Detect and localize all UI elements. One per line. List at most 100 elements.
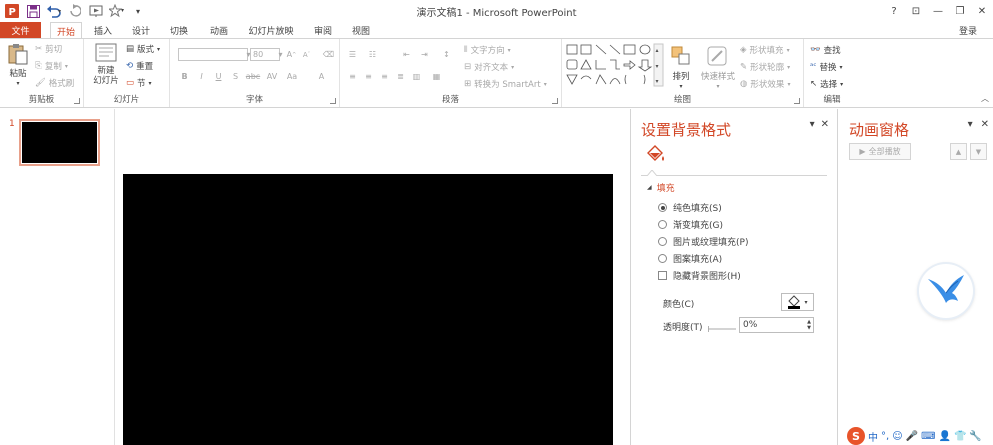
close-anim-pane-icon[interactable]: ✕ (981, 119, 989, 130)
collapse-ribbon-icon[interactable]: ︿ (981, 93, 989, 104)
increase-indent-icon[interactable]: ⇥ (418, 48, 431, 61)
change-case-button[interactable]: Aa (283, 70, 301, 83)
tab-transitions[interactable]: 切换 (164, 22, 194, 38)
replace-button[interactable]: ᵃᶜ 替换 ▾ (810, 61, 843, 73)
copy-dropdown-arrow[interactable]: ▾ (65, 63, 68, 70)
line-spacing-icon[interactable]: ↕ (440, 48, 453, 61)
columns-icon[interactable]: ▦ (430, 70, 443, 83)
shape-fill-button[interactable]: ◈ 形状填充 ▾ (740, 44, 790, 56)
tab-review[interactable]: 审阅 (308, 22, 338, 38)
gradient-fill-radio[interactable] (658, 220, 667, 229)
close-pane-icon[interactable]: ✕ (821, 119, 829, 130)
font-color-button[interactable]: A (315, 70, 328, 83)
minimize-button[interactable]: — (927, 0, 949, 22)
numbering-icon[interactable]: ☷ (366, 48, 379, 61)
shapes-gallery[interactable]: ▴ ▾ ▾ (566, 43, 664, 87)
ime-tools-icon[interactable]: 🔧 (969, 431, 981, 442)
tab-view[interactable]: 视图 (346, 22, 376, 38)
align-right-icon[interactable]: ≡ (378, 70, 391, 83)
play-all-button[interactable]: ▶ 全部播放 (849, 143, 911, 160)
move-down-button[interactable]: ▼ (970, 143, 987, 160)
align-left-icon[interactable]: ≡ (346, 70, 359, 83)
tab-file[interactable]: 文件 (0, 22, 41, 38)
copy-button[interactable]: ⎘ 复制 ▾ (35, 60, 68, 72)
ime-keyboard-icon[interactable]: ⌨ (921, 431, 935, 442)
current-slide[interactable] (123, 174, 613, 445)
move-up-button[interactable]: ▲ (950, 143, 967, 160)
solid-fill-radio[interactable] (658, 203, 667, 212)
decrease-indent-icon[interactable]: ⇤ (400, 48, 413, 61)
shrink-font-button[interactable]: Aˇ (300, 48, 313, 61)
floating-assistant-icon[interactable] (919, 264, 973, 318)
font-name-dropdown[interactable] (178, 48, 248, 61)
distributed-icon[interactable]: ▥ (410, 70, 423, 83)
clipboard-launcher-icon[interactable] (74, 98, 80, 104)
grow-font-button[interactable]: A ^ (285, 48, 298, 61)
paste-dropdown-arrow[interactable]: ▾ (4, 79, 32, 89)
strikethrough-button[interactable]: abc (244, 70, 262, 83)
tab-design[interactable]: 设计 (126, 22, 156, 38)
anim-pane-options-icon[interactable]: ▾ (968, 119, 973, 130)
pattern-fill-option[interactable]: 图案填充(A) (658, 252, 722, 265)
layout-button[interactable]: ▤ 版式 ▾ (126, 43, 160, 55)
convert-smartart-button[interactable]: ⊞ 转换为 SmartArt ▾ (464, 78, 547, 90)
close-button[interactable]: ✕ (971, 0, 993, 22)
transparency-slider[interactable] (708, 325, 736, 333)
pattern-fill-radio[interactable] (658, 254, 667, 263)
gradient-fill-option[interactable]: 渐变填充(G) (658, 218, 723, 231)
drawing-launcher-icon[interactable] (794, 98, 800, 104)
align-text-button[interactable]: ⊟ 对齐文本 ▾ (464, 61, 514, 73)
ribbon-display-options-button[interactable]: ⊡ (905, 0, 927, 22)
ime-punctuation-icon[interactable]: °, (881, 431, 889, 442)
tab-animations[interactable]: 动画 (204, 22, 234, 38)
picture-fill-radio[interactable] (658, 237, 667, 246)
ime-skin-icon[interactable]: 👕 (954, 431, 966, 442)
sogou-logo-icon[interactable]: S (847, 427, 865, 445)
tab-slideshow[interactable]: 幻灯片放映 (244, 22, 298, 38)
align-center-icon[interactable]: ≡ (362, 70, 375, 83)
underline-button[interactable]: U (212, 70, 225, 83)
ime-voice-icon[interactable]: 🎤 (906, 431, 918, 442)
find-button[interactable]: 👓 查找 (810, 44, 841, 56)
clear-formatting-icon[interactable]: ⌫ (322, 48, 335, 61)
format-painter-button[interactable]: 🖌 格式刷 (35, 77, 74, 89)
justify-icon[interactable]: ≣ (394, 70, 407, 83)
reset-button[interactable]: ⟲ 重置 (126, 60, 153, 72)
quick-styles-button[interactable]: 快速样式 ▾ (698, 45, 738, 92)
color-picker-button[interactable]: ▾ (781, 293, 814, 311)
login-link[interactable]: 登录 (959, 24, 977, 37)
shape-effects-button[interactable]: ◍ 形状效果 ▾ (740, 78, 790, 90)
bullets-icon[interactable]: ☰ (346, 48, 359, 61)
fill-section-header[interactable]: ◢ 填充 (647, 181, 675, 194)
tab-home[interactable]: 开始 (50, 22, 82, 39)
pane-options-icon[interactable]: ▾ (810, 119, 815, 130)
text-shadow-button[interactable]: S (229, 70, 242, 83)
paragraph-launcher-icon[interactable] (552, 98, 558, 104)
hide-bg-graphics-option[interactable]: 隐藏背景图形(H) (658, 269, 741, 282)
slide-thumbnail[interactable] (19, 119, 100, 166)
cut-button[interactable]: ✂ 剪切 (35, 43, 62, 55)
shape-outline-button[interactable]: ✎ 形状轮廓 ▾ (740, 61, 790, 73)
hide-bg-graphics-checkbox[interactable] (658, 271, 667, 280)
ime-emoji-icon[interactable]: ☺ (892, 431, 902, 442)
font-launcher-icon[interactable] (330, 98, 336, 104)
picture-fill-option[interactable]: 图片或纹理填充(P) (658, 235, 748, 248)
spin-arrows-icon[interactable]: ▲ ▼ (807, 319, 811, 331)
select-button[interactable]: ↖ 选择 ▾ (810, 78, 843, 90)
paste-button[interactable]: 剪贴板 粘贴 ▾ (4, 42, 32, 89)
tab-insert[interactable]: 插入 (88, 22, 118, 38)
section-button[interactable]: ▭ 节 ▾ (126, 77, 152, 89)
ime-chinese-mode[interactable]: 中 (868, 429, 878, 444)
restore-button[interactable]: ❐ (949, 0, 971, 22)
transparency-input[interactable]: 0% ▲ ▼ (739, 317, 814, 333)
char-spacing-button[interactable]: AV (263, 70, 281, 83)
arrange-button[interactable]: 排列 ▾ (668, 45, 694, 92)
bold-button[interactable]: B (178, 70, 191, 83)
italic-button[interactable]: I (195, 70, 208, 83)
text-direction-button[interactable]: ⫴ 文字方向 ▾ (464, 44, 511, 56)
help-button[interactable]: ? (883, 0, 905, 22)
new-slide-button[interactable]: 新建 幻灯片 (88, 43, 124, 86)
ime-user-icon[interactable]: 👤 (939, 431, 951, 442)
solid-fill-option[interactable]: 纯色填充(S) (658, 201, 722, 214)
fill-icon[interactable] (644, 144, 666, 164)
